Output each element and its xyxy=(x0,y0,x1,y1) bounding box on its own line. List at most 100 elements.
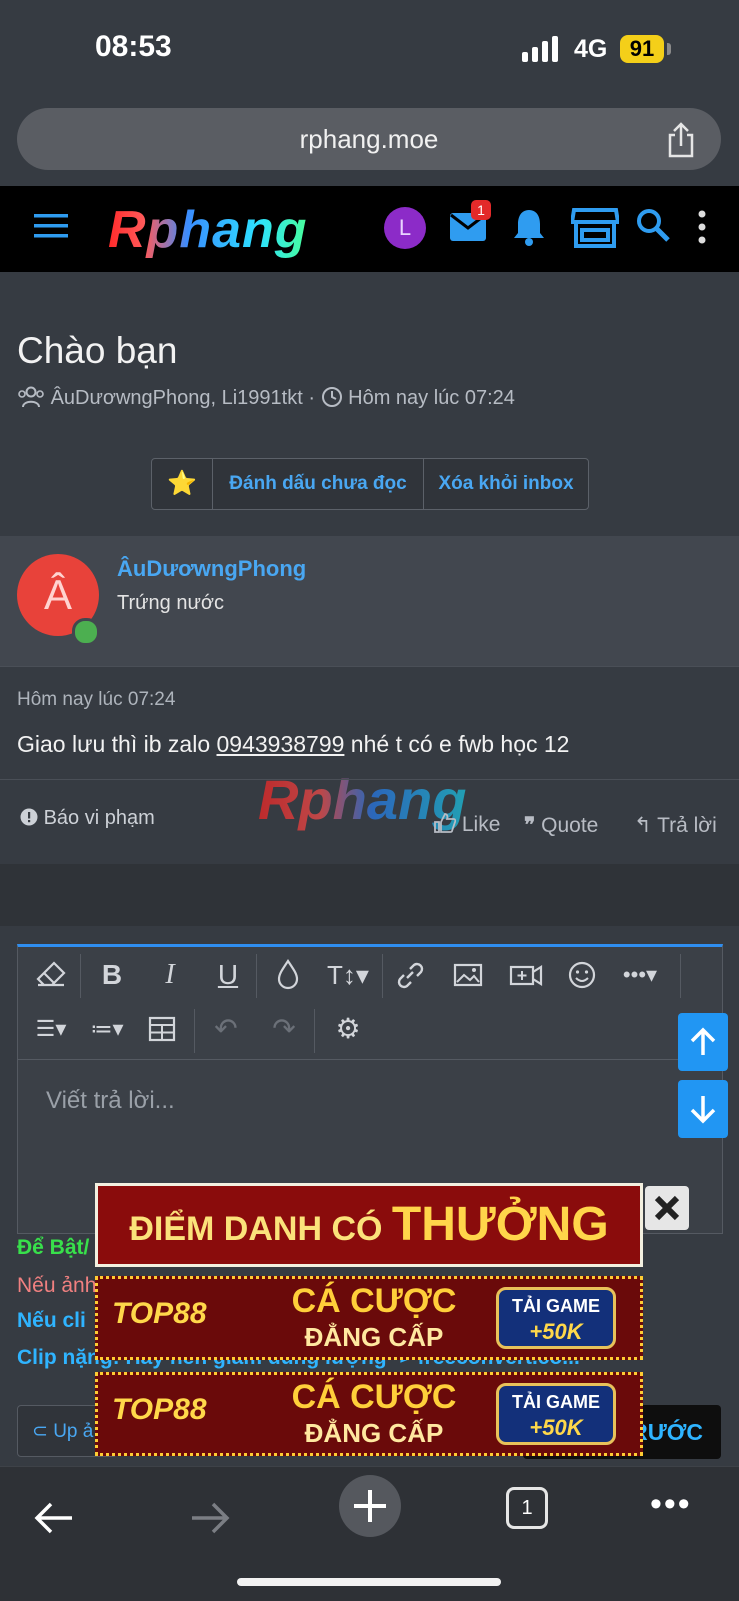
ad-main-text: CÁ CƯỢC ĐẲNG CẤP xyxy=(274,1379,474,1451)
message-body: Hôm nay lúc 07:24 Giao lưu thì ib zalo 0… xyxy=(0,666,739,865)
menu-icon[interactable] xyxy=(34,212,68,240)
reply-label: Trả lời xyxy=(657,814,717,837)
align-icon[interactable]: ☰▾ xyxy=(28,1009,74,1049)
section-divider xyxy=(0,864,739,926)
divider xyxy=(0,779,739,780)
thread-time: Hôm nay lúc 07:24 xyxy=(348,387,515,409)
underline-icon[interactable]: U xyxy=(208,955,248,995)
ad-banner-top[interactable]: ĐIỂM DANH CÓ THƯỞNG xyxy=(95,1183,643,1267)
like-label: Like xyxy=(461,813,501,836)
scroll-down-button[interactable] xyxy=(678,1080,728,1138)
more-icon[interactable]: ••• xyxy=(650,1485,692,1524)
editor-note-2: Nếu ảnh xyxy=(17,1274,97,1297)
reply-input[interactable]: Viết trả lời... xyxy=(46,1087,175,1115)
close-icon[interactable] xyxy=(645,1186,689,1230)
bold-icon[interactable]: B xyxy=(92,955,132,995)
upload-label: Up ả xyxy=(53,1421,94,1442)
author-title: Trứng nước xyxy=(117,592,224,614)
image-icon[interactable] xyxy=(448,955,488,995)
toolbar-separator xyxy=(194,1009,195,1053)
ad-logo: TOP88 xyxy=(112,1393,207,1426)
home-indicator xyxy=(237,1578,501,1586)
paperclip-icon: ⊂ xyxy=(32,1421,48,1442)
font-size-icon[interactable]: T↕▾ xyxy=(322,955,374,995)
ad-banner[interactable]: TOP88 CÁ CƯỢC ĐẲNG CẤP TẢI GAME +50K xyxy=(95,1372,643,1456)
remove-inbox-button[interactable]: Xóa khỏi inbox xyxy=(424,459,588,509)
bell-icon[interactable] xyxy=(512,208,546,246)
undo-icon[interactable]: ↶ xyxy=(206,1009,246,1049)
thread-participants[interactable]: ÂuDươwngPhong, Li1991tkt xyxy=(51,387,303,409)
tabs-button[interactable]: 1 xyxy=(506,1487,548,1529)
redo-icon[interactable]: ↷ xyxy=(264,1009,304,1049)
ad-main-line: CÁ CƯỢC xyxy=(291,1282,457,1320)
ad-bonus: +50K xyxy=(529,1319,583,1344)
share-icon[interactable] xyxy=(665,122,697,158)
list-icon[interactable]: ≔▾ xyxy=(84,1009,130,1049)
quote-icon: ❞ xyxy=(524,814,536,837)
thread-meta: ÂuDươwngPhong, Li1991tkt · Hôm nay lúc 0… xyxy=(17,386,515,410)
more-options-icon[interactable] xyxy=(698,210,706,244)
editor-note-1: Để Bật/ xyxy=(17,1236,90,1259)
status-time: 08:53 xyxy=(95,30,172,63)
italic-icon[interactable]: I xyxy=(150,955,190,995)
ad-bonus: +50K xyxy=(529,1415,583,1440)
message-text-after: nhé t có e fwb học 12 xyxy=(344,731,570,757)
editor-note-3: Nếu cli xyxy=(17,1309,86,1332)
ad-banner[interactable]: TOP88 CÁ CƯỢC ĐẲNG CẤP TẢI GAME +50K xyxy=(95,1276,643,1360)
forward-icon[interactable] xyxy=(190,1501,230,1535)
report-button[interactable]: Báo vi phạm xyxy=(20,807,155,830)
eraser-icon[interactable] xyxy=(32,955,72,995)
ad-top-text: ĐIỂM DANH CÓ THƯỞNG xyxy=(98,1186,640,1264)
new-tab-button[interactable] xyxy=(339,1475,401,1537)
message-text: Giao lưu thì ib zalo 0943938799 nhé t có… xyxy=(17,731,569,758)
table-icon[interactable] xyxy=(142,1009,182,1049)
signal-icon xyxy=(522,36,558,62)
more-tools-icon[interactable]: •••▾ xyxy=(614,955,666,995)
media-icon[interactable] xyxy=(506,955,546,995)
page-title: Chào bạn xyxy=(17,330,178,371)
quote-button[interactable]: ❞ Quote xyxy=(524,813,598,838)
message-text-before: Giao lưu thì ib zalo xyxy=(17,731,217,757)
message-header: Â ÂuDươwngPhong Trứng nước xyxy=(0,536,739,666)
ad-main-line: CÁ CƯỢC xyxy=(291,1378,457,1416)
address-bar[interactable]: rphang.moe xyxy=(17,108,721,170)
mail-badge: 1 xyxy=(471,200,491,220)
ad-sub-line: ĐẲNG CẤP xyxy=(304,1418,444,1448)
ad-top-lead: ĐIỂM DANH CÓ xyxy=(129,1210,383,1248)
store-icon[interactable] xyxy=(571,206,619,248)
clock-icon xyxy=(321,387,342,407)
editor-toolbar-row-2: ☰▾ ≔▾ ↶ ↷ ⚙ xyxy=(18,1005,722,1060)
battery-icon xyxy=(667,43,671,55)
ad-logo: TOP88 xyxy=(112,1297,207,1330)
ad-cta-label: TẢI GAME xyxy=(512,1296,600,1316)
thread-actions: ⭐ Đánh dấu chưa đọc Xóa khỏi inbox xyxy=(151,458,589,510)
phone-link[interactable]: 0943938799 xyxy=(217,731,345,757)
text-color-icon[interactable] xyxy=(268,955,308,995)
star-button[interactable]: ⭐ xyxy=(152,459,213,509)
scroll-up-button[interactable] xyxy=(678,1013,728,1071)
ad-cta[interactable]: TẢI GAME +50K xyxy=(496,1383,616,1445)
like-button[interactable]: Like xyxy=(434,813,500,837)
link-icon[interactable] xyxy=(390,955,430,995)
site-logo[interactable]: Rphang xyxy=(108,200,308,260)
message-author[interactable]: ÂuDươwngPhong xyxy=(117,556,306,582)
mark-unread-button[interactable]: Đánh dấu chưa đọc xyxy=(213,459,424,509)
back-icon[interactable] xyxy=(34,1501,74,1535)
search-icon[interactable] xyxy=(636,208,670,242)
toolbar-separator xyxy=(256,954,257,998)
editor-toolbar-row-1: B I U T↕▾ •••▾ xyxy=(18,947,722,1005)
emoji-icon[interactable] xyxy=(562,955,602,995)
account-avatar[interactable]: L xyxy=(384,207,426,249)
site-nav: Rphang L 1 xyxy=(0,186,739,272)
ad-sub-line: ĐẲNG CẤP xyxy=(304,1322,444,1352)
ad-main-text: CÁ CƯỢC ĐẲNG CẤP xyxy=(274,1283,474,1355)
toolbar-separator xyxy=(80,954,81,998)
settings-icon[interactable]: ⚙ xyxy=(328,1009,368,1049)
status-bar: 08:53 4G 91 xyxy=(0,0,739,100)
network-type: 4G xyxy=(574,35,608,63)
ad-cta[interactable]: TẢI GAME +50K xyxy=(496,1287,616,1349)
message-time[interactable]: Hôm nay lúc 07:24 xyxy=(17,689,175,711)
alert-icon xyxy=(20,808,38,826)
url-text[interactable]: rphang.moe xyxy=(17,108,721,170)
reply-button[interactable]: ↰ Trả lời xyxy=(634,813,717,838)
